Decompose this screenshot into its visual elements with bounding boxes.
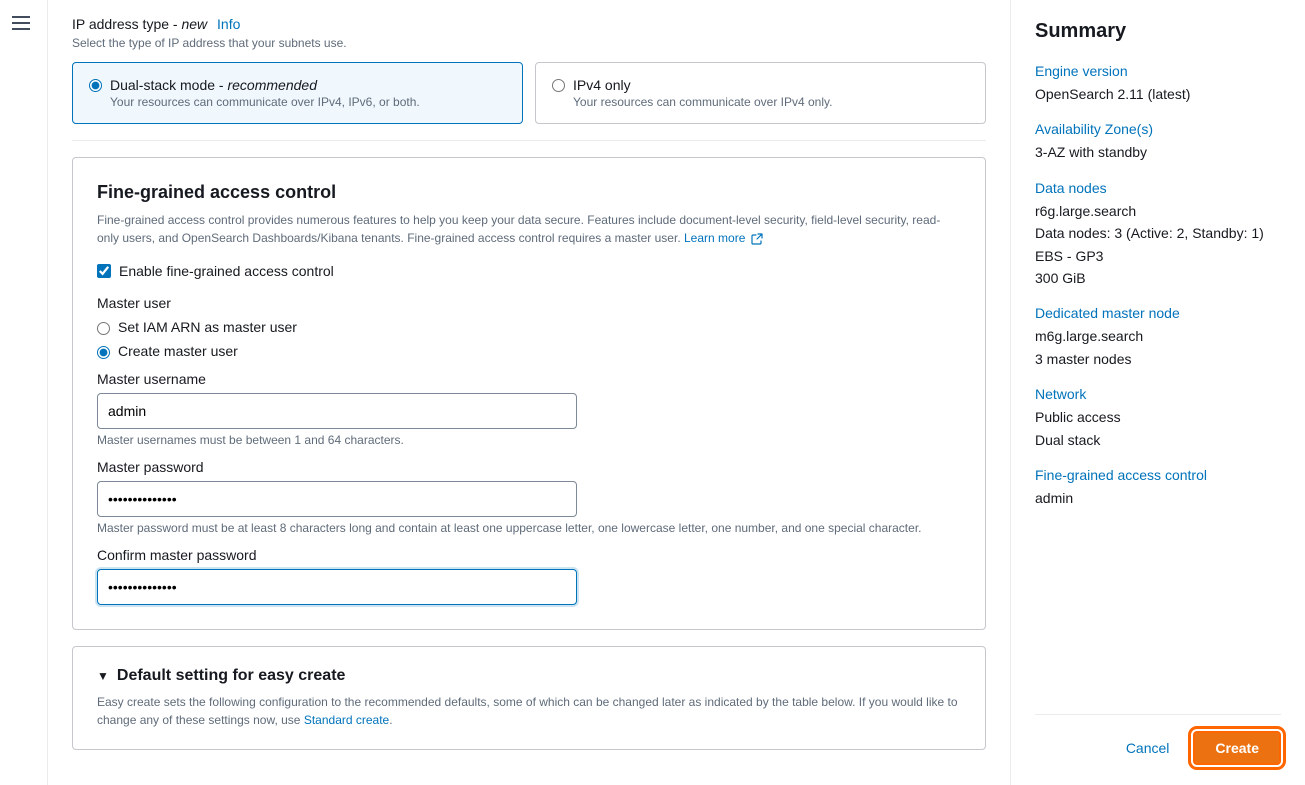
availability-zones-section: Availability Zone(s) 3-AZ with standby — [1035, 121, 1281, 163]
dedicated-master-instance: m6g.large.search — [1035, 325, 1281, 347]
network-section: Network Public access Dual stack — [1035, 386, 1281, 451]
ip-title: IP address type - new Info — [72, 16, 986, 32]
master-user-label: Master user — [97, 295, 961, 311]
ip-dual-stack-desc: Your resources can communicate over IPv4… — [110, 95, 420, 109]
default-header: ▼ Default setting for easy create — [97, 667, 961, 685]
master-user-section: Master user Set IAM ARN as master user C… — [97, 295, 961, 605]
confirm-label: Confirm master password — [97, 547, 961, 563]
cancel-button[interactable]: Cancel — [1114, 734, 1182, 762]
default-desc: Easy create sets the following configura… — [97, 693, 961, 729]
external-link-icon — [751, 233, 763, 245]
dedicated-master-label: Dedicated master node — [1035, 305, 1281, 321]
ip-info-link[interactable]: Info — [217, 16, 240, 32]
data-nodes-ebs: EBS - GP3 — [1035, 245, 1281, 267]
fgac-summary-section: Fine-grained access control admin — [1035, 467, 1281, 509]
hamburger-icon[interactable] — [12, 16, 30, 30]
data-nodes-storage: 300 GiB — [1035, 267, 1281, 289]
radio-create[interactable] — [97, 346, 110, 359]
ip-new-badge: new — [181, 16, 207, 32]
network-label: Network — [1035, 386, 1281, 402]
username-group: Master username Master usernames must be… — [97, 371, 961, 447]
data-nodes-count: Data nodes: 3 (Active: 2, Standby: 1) — [1035, 222, 1281, 244]
standard-create-link[interactable]: Standard create — [304, 713, 389, 727]
summary-actions: Cancel Create — [1035, 714, 1281, 765]
enable-fgac-row[interactable]: Enable fine-grained access control — [97, 263, 961, 279]
radio-iam[interactable] — [97, 322, 110, 335]
ip-subtitle: Select the type of IP address that your … — [72, 36, 986, 50]
fgac-summary-value: admin — [1035, 487, 1281, 509]
ip-radio-dual-stack[interactable] — [89, 79, 102, 92]
data-nodes-section: Data nodes r6g.large.search Data nodes: … — [1035, 180, 1281, 290]
ip-address-section: IP address type - new Info Select the ty… — [72, 0, 986, 141]
engine-version-section: Engine version OpenSearch 2.11 (latest) — [1035, 63, 1281, 105]
fgac-title: Fine-grained access control — [97, 182, 961, 203]
ip-title-text: IP address type - — [72, 16, 181, 32]
password-input[interactable] — [97, 481, 577, 517]
network-access: Public access — [1035, 406, 1281, 428]
summary-panel: Summary Engine version OpenSearch 2.11 (… — [1010, 0, 1305, 785]
triangle-icon: ▼ — [97, 669, 109, 683]
ip-radio-ipv4[interactable] — [552, 79, 565, 92]
main-content: IP address type - new Info Select the ty… — [48, 0, 1010, 785]
username-input[interactable] — [97, 393, 577, 429]
enable-fgac-checkbox[interactable] — [97, 264, 111, 278]
data-nodes-instance: r6g.large.search — [1035, 200, 1281, 222]
fgac-summary-label: Fine-grained access control — [1035, 467, 1281, 483]
password-group: Master password Master password must be … — [97, 459, 961, 535]
ip-ipv4-desc: Your resources can communicate over IPv4… — [573, 95, 832, 109]
engine-version-label: Engine version — [1035, 63, 1281, 79]
availability-zones-value: 3-AZ with standby — [1035, 141, 1281, 163]
dedicated-master-section: Dedicated master node m6g.large.search 3… — [1035, 305, 1281, 370]
default-section: ▼ Default setting for easy create Easy c… — [72, 646, 986, 750]
password-label: Master password — [97, 459, 961, 475]
confirm-password-group: Confirm master password — [97, 547, 961, 605]
fgac-section: Fine-grained access control Fine-grained… — [72, 157, 986, 630]
radio-create-row[interactable]: Create master user — [97, 343, 961, 359]
fgac-desc: Fine-grained access control provides num… — [97, 211, 961, 247]
engine-version-value: OpenSearch 2.11 (latest) — [1035, 83, 1281, 105]
enable-fgac-label: Enable fine-grained access control — [119, 263, 334, 279]
username-hint: Master usernames must be between 1 and 6… — [97, 433, 961, 447]
create-button[interactable]: Create — [1193, 731, 1281, 765]
ip-ipv4-title: IPv4 only — [573, 77, 832, 93]
network-stack: Dual stack — [1035, 429, 1281, 451]
ip-option-dual-stack[interactable]: Dual-stack mode - recommended Your resou… — [72, 62, 523, 124]
ip-options: Dual-stack mode - recommended Your resou… — [72, 62, 986, 124]
ip-dual-stack-title: Dual-stack mode - recommended — [110, 77, 420, 93]
radio-iam-label: Set IAM ARN as master user — [118, 319, 297, 335]
sidebar-toggle[interactable] — [0, 0, 48, 785]
radio-create-label: Create master user — [118, 343, 238, 359]
summary-title: Summary — [1035, 20, 1281, 43]
availability-zones-label: Availability Zone(s) — [1035, 121, 1281, 137]
username-label: Master username — [97, 371, 961, 387]
dedicated-master-count: 3 master nodes — [1035, 348, 1281, 370]
default-title: Default setting for easy create — [117, 667, 346, 685]
ip-option-ipv4[interactable]: IPv4 only Your resources can communicate… — [535, 62, 986, 124]
fgac-learn-more[interactable]: Learn more — [684, 231, 763, 245]
radio-iam-row[interactable]: Set IAM ARN as master user — [97, 319, 961, 335]
confirm-password-input[interactable] — [97, 569, 577, 605]
password-hint: Master password must be at least 8 chara… — [97, 521, 961, 535]
data-nodes-label: Data nodes — [1035, 180, 1281, 196]
